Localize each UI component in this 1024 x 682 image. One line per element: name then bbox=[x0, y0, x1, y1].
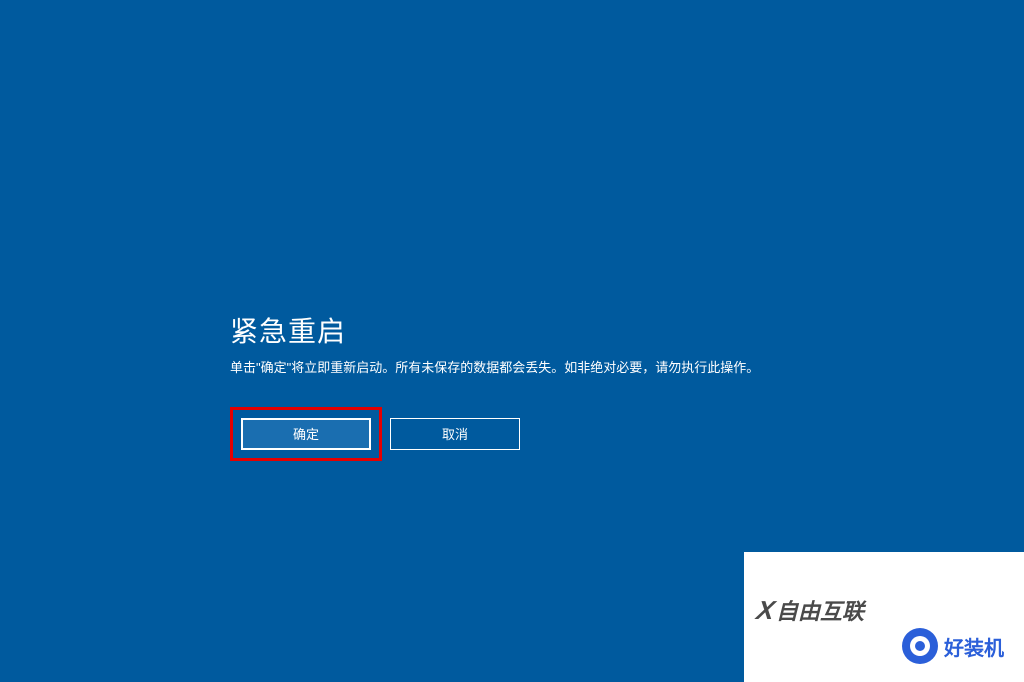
watermark-1-text: 自由互联 bbox=[776, 594, 864, 626]
watermark-ziyouhulian: X 自由互联 bbox=[757, 594, 864, 626]
ok-button[interactable]: 确定 bbox=[241, 418, 371, 450]
x-logo-icon: X bbox=[754, 595, 777, 626]
dialog-title: 紧急重启 bbox=[230, 310, 810, 350]
cancel-button[interactable]: 取消 bbox=[390, 418, 520, 450]
watermark-haozhuangji: 好装机 bbox=[902, 628, 1004, 664]
emergency-restart-dialog: 紧急重启 单击"确定"将立即重新启动。所有未保存的数据都会丢失。如非绝对必要，请… bbox=[230, 310, 810, 461]
camera-logo-icon bbox=[902, 628, 938, 664]
watermark-2-text: 好装机 bbox=[944, 632, 1004, 661]
highlight-annotation: 确定 bbox=[230, 407, 382, 461]
dialog-message: 单击"确定"将立即重新启动。所有未保存的数据都会丢失。如非绝对必要，请勿执行此操… bbox=[230, 358, 810, 379]
cancel-wrapper: 取消 bbox=[390, 407, 520, 461]
button-row: 确定 取消 bbox=[230, 407, 810, 461]
